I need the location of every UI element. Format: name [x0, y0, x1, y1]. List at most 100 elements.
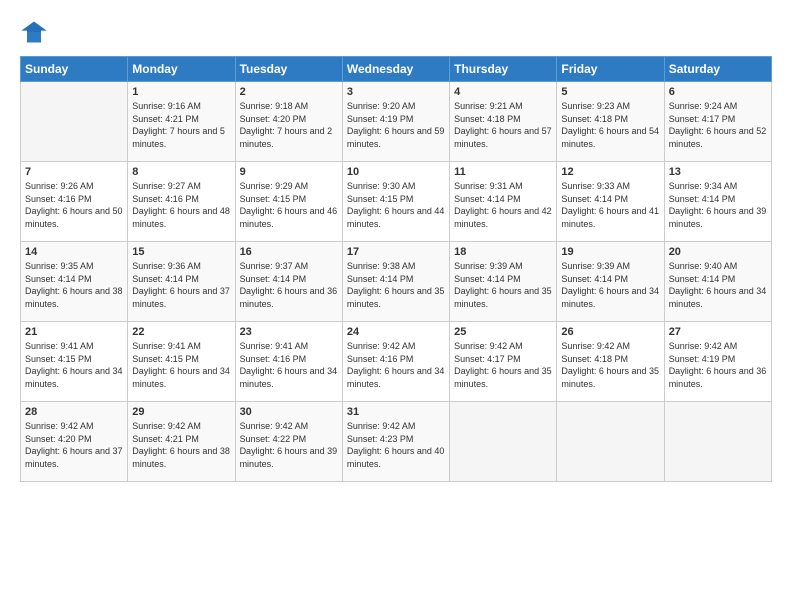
calendar-cell: 3 Sunrise: 9:20 AMSunset: 4:19 PMDaylight… [342, 82, 449, 162]
day-info: Sunrise: 9:40 AMSunset: 4:14 PMDaylight:… [669, 260, 767, 310]
day-info: Sunrise: 9:27 AMSunset: 4:16 PMDaylight:… [132, 180, 230, 230]
day-info: Sunrise: 9:23 AMSunset: 4:18 PMDaylight:… [561, 100, 659, 150]
day-info: Sunrise: 9:39 AMSunset: 4:14 PMDaylight:… [561, 260, 659, 310]
weekday-header: Thursday [450, 57, 557, 82]
calendar-cell: 26 Sunrise: 9:42 AMSunset: 4:18 PMDayligh… [557, 322, 664, 402]
calendar-cell: 12 Sunrise: 9:33 AMSunset: 4:14 PMDayligh… [557, 162, 664, 242]
day-info: Sunrise: 9:31 AMSunset: 4:14 PMDaylight:… [454, 180, 552, 230]
day-number: 6 [669, 86, 767, 98]
day-number: 16 [240, 246, 338, 258]
day-info: Sunrise: 9:39 AMSunset: 4:14 PMDaylight:… [454, 260, 552, 310]
day-number: 4 [454, 86, 552, 98]
day-number: 27 [669, 326, 767, 338]
calendar-cell: 30 Sunrise: 9:42 AMSunset: 4:22 PMDayligh… [235, 402, 342, 482]
day-number: 17 [347, 246, 445, 258]
calendar-cell: 22Sunrise: 9:41 AMSunset: 4:15 PMDayligh… [128, 322, 235, 402]
calendar-body: 1 Sunrise: 9:16 AMSunset: 4:21 PMDaylight… [21, 82, 772, 482]
day-number: 9 [240, 166, 338, 178]
calendar-table: SundayMondayTuesdayWednesdayThursdayFrid… [20, 56, 772, 482]
calendar-cell: 6Sunrise: 9:24 AMSunset: 4:17 PMDaylight… [664, 82, 771, 162]
day-number: 18 [454, 246, 552, 258]
day-number: 12 [561, 166, 659, 178]
day-number: 26 [561, 326, 659, 338]
calendar-cell: 7 Sunrise: 9:26 AMSunset: 4:16 PMDaylight… [21, 162, 128, 242]
day-number: 31 [347, 406, 445, 418]
day-number: 30 [240, 406, 338, 418]
calendar-cell: 17 Sunrise: 9:38 AMSunset: 4:14 PMDayligh… [342, 242, 449, 322]
page: SundayMondayTuesdayWednesdayThursdayFrid… [0, 0, 792, 612]
day-info: Sunrise: 9:18 AMSunset: 4:20 PMDaylight:… [240, 100, 338, 150]
day-number: 29 [132, 406, 230, 418]
calendar-cell: 13 Sunrise: 9:34 AMSunset: 4:14 PMDayligh… [664, 162, 771, 242]
day-info: Sunrise: 9:42 AMSunset: 4:20 PMDaylight:… [25, 420, 123, 470]
day-number: 20 [669, 246, 767, 258]
day-number: 3 [347, 86, 445, 98]
day-number: 23 [240, 326, 338, 338]
day-info: Sunrise: 9:42 AMSunset: 4:18 PMDaylight:… [561, 340, 659, 390]
calendar-cell: 23Sunrise: 9:41 AMSunset: 4:16 PMDayligh… [235, 322, 342, 402]
day-info: Sunrise: 9:35 AMSunset: 4:14 PMDaylight:… [25, 260, 123, 310]
day-info: Sunrise: 9:42 AMSunset: 4:16 PMDaylight:… [347, 340, 445, 390]
calendar-cell: 29 Sunrise: 9:42 AMSunset: 4:21 PMDayligh… [128, 402, 235, 482]
weekday-header: Monday [128, 57, 235, 82]
calendar-cell: 28 Sunrise: 9:42 AMSunset: 4:20 PMDayligh… [21, 402, 128, 482]
weekday-header: Sunday [21, 57, 128, 82]
calendar-week-row: 28 Sunrise: 9:42 AMSunset: 4:20 PMDayligh… [21, 402, 772, 482]
day-info: Sunrise: 9:42 AMSunset: 4:17 PMDaylight:… [454, 340, 552, 390]
calendar-cell [21, 82, 128, 162]
day-info: Sunrise: 9:33 AMSunset: 4:14 PMDaylight:… [561, 180, 659, 230]
day-number: 21 [25, 326, 123, 338]
day-info: Sunrise: 9:42 AMSunset: 4:19 PMDaylight:… [669, 340, 767, 390]
day-info: Sunrise: 9:42 AMSunset: 4:21 PMDaylight:… [132, 420, 230, 470]
day-info: Sunrise: 9:34 AMSunset: 4:14 PMDaylight:… [669, 180, 767, 230]
calendar-cell: 5 Sunrise: 9:23 AMSunset: 4:18 PMDaylight… [557, 82, 664, 162]
day-number: 15 [132, 246, 230, 258]
day-number: 13 [669, 166, 767, 178]
calendar-cell: 9Sunrise: 9:29 AMSunset: 4:15 PMDaylight… [235, 162, 342, 242]
day-info: Sunrise: 9:21 AMSunset: 4:18 PMDaylight:… [454, 100, 552, 150]
calendar-cell [557, 402, 664, 482]
day-number: 25 [454, 326, 552, 338]
calendar-header: SundayMondayTuesdayWednesdayThursdayFrid… [21, 57, 772, 82]
day-number: 11 [454, 166, 552, 178]
calendar-cell: 14Sunrise: 9:35 AMSunset: 4:14 PMDayligh… [21, 242, 128, 322]
day-number: 7 [25, 166, 123, 178]
day-number: 5 [561, 86, 659, 98]
calendar-week-row: 14Sunrise: 9:35 AMSunset: 4:14 PMDayligh… [21, 242, 772, 322]
calendar-cell: 4 Sunrise: 9:21 AMSunset: 4:18 PMDaylight… [450, 82, 557, 162]
calendar-cell: 25 Sunrise: 9:42 AMSunset: 4:17 PMDayligh… [450, 322, 557, 402]
calendar-cell: 11 Sunrise: 9:31 AMSunset: 4:14 PMDayligh… [450, 162, 557, 242]
day-info: Sunrise: 9:20 AMSunset: 4:19 PMDaylight:… [347, 100, 445, 150]
calendar-cell: 19 Sunrise: 9:39 AMSunset: 4:14 PMDayligh… [557, 242, 664, 322]
header [20, 18, 772, 46]
weekday-header: Wednesday [342, 57, 449, 82]
logo-icon [20, 18, 48, 46]
calendar-cell: 1 Sunrise: 9:16 AMSunset: 4:21 PMDaylight… [128, 82, 235, 162]
day-info: Sunrise: 9:26 AMSunset: 4:16 PMDaylight:… [25, 180, 123, 230]
weekday-header: Friday [557, 57, 664, 82]
day-info: Sunrise: 9:16 AMSunset: 4:21 PMDaylight:… [132, 100, 230, 150]
header-row: SundayMondayTuesdayWednesdayThursdayFrid… [21, 57, 772, 82]
calendar-cell: 2 Sunrise: 9:18 AMSunset: 4:20 PMDaylight… [235, 82, 342, 162]
calendar-cell [450, 402, 557, 482]
calendar-cell: 21Sunrise: 9:41 AMSunset: 4:15 PMDayligh… [21, 322, 128, 402]
day-number: 1 [132, 86, 230, 98]
day-number: 10 [347, 166, 445, 178]
day-info: Sunrise: 9:38 AMSunset: 4:14 PMDaylight:… [347, 260, 445, 310]
day-number: 19 [561, 246, 659, 258]
day-info: Sunrise: 9:36 AMSunset: 4:14 PMDaylight:… [132, 260, 230, 310]
day-number: 28 [25, 406, 123, 418]
calendar-cell: 27 Sunrise: 9:42 AMSunset: 4:19 PMDayligh… [664, 322, 771, 402]
calendar-cell: 15 Sunrise: 9:36 AMSunset: 4:14 PMDayligh… [128, 242, 235, 322]
calendar-cell [664, 402, 771, 482]
day-info: Sunrise: 9:41 AMSunset: 4:15 PMDaylight:… [132, 340, 230, 390]
calendar-cell: 31Sunrise: 9:42 AMSunset: 4:23 PMDayligh… [342, 402, 449, 482]
day-info: Sunrise: 9:30 AMSunset: 4:15 PMDaylight:… [347, 180, 445, 230]
calendar-cell: 18 Sunrise: 9:39 AMSunset: 4:14 PMDayligh… [450, 242, 557, 322]
calendar-cell: 10 Sunrise: 9:30 AMSunset: 4:15 PMDayligh… [342, 162, 449, 242]
calendar-cell: 24 Sunrise: 9:42 AMSunset: 4:16 PMDayligh… [342, 322, 449, 402]
day-number: 2 [240, 86, 338, 98]
day-info: Sunrise: 9:42 AMSunset: 4:22 PMDaylight:… [240, 420, 338, 470]
logo [20, 18, 50, 46]
day-number: 24 [347, 326, 445, 338]
